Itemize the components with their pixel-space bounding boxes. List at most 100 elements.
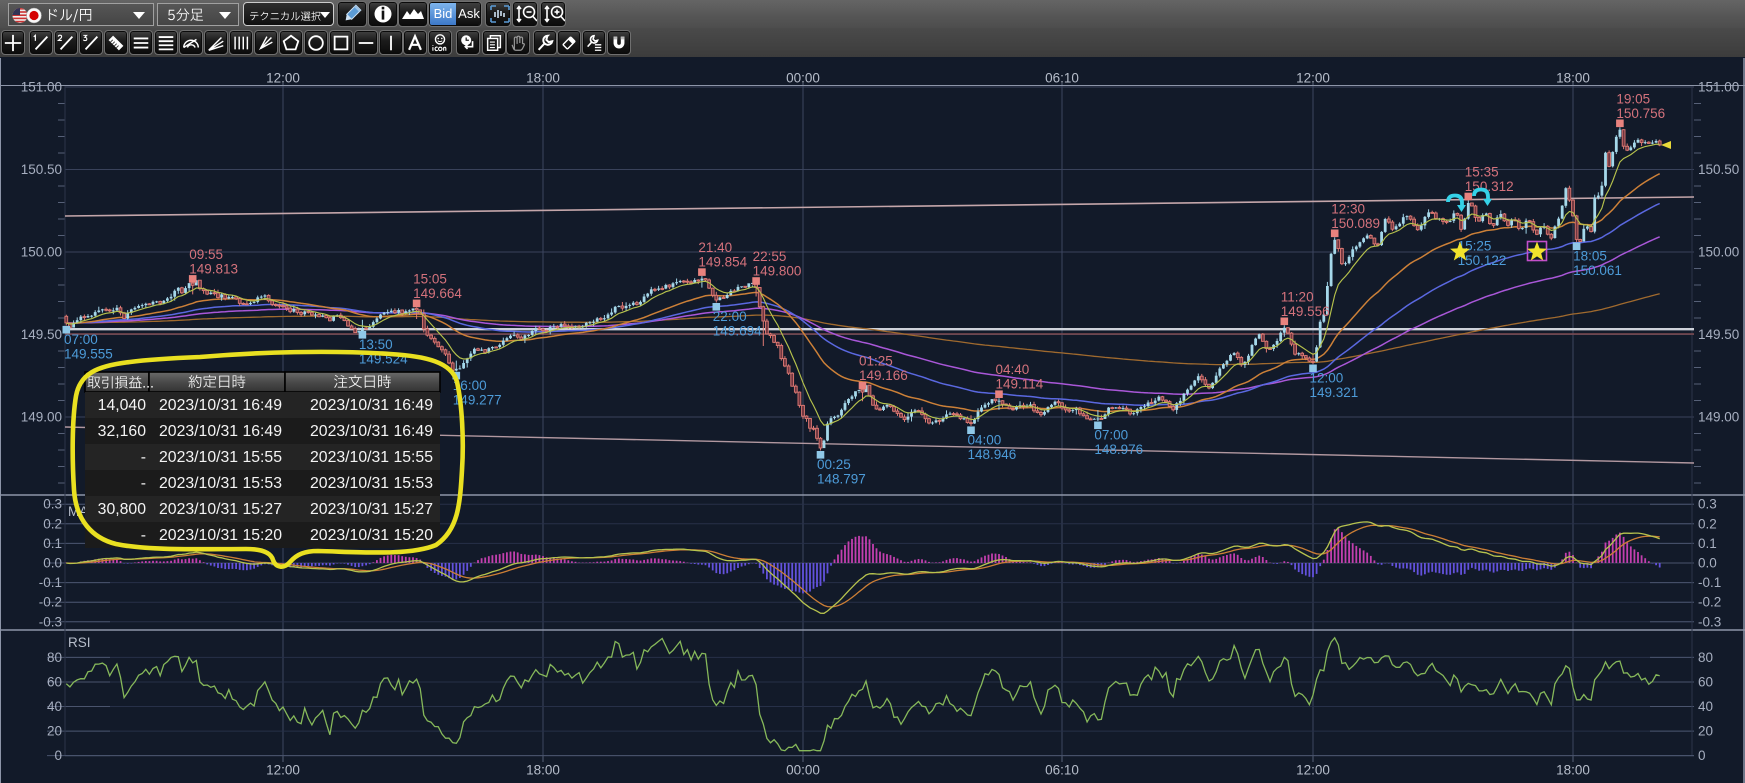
svg-text:2023/10/31 15:55: 2023/10/31 15:55 — [310, 449, 433, 466]
svg-text:149.555: 149.555 — [64, 346, 113, 361]
svg-text:149.556: 149.556 — [1281, 304, 1330, 319]
svg-text:149.50: 149.50 — [21, 327, 62, 342]
svg-text:2023/10/31 15:27: 2023/10/31 15:27 — [310, 501, 433, 518]
svg-text:150.312: 150.312 — [1465, 179, 1514, 194]
svg-text:2023/10/31 15:20: 2023/10/31 15:20 — [310, 527, 433, 544]
svg-text:0.2: 0.2 — [1698, 516, 1717, 531]
svg-text:RSI: RSI — [68, 635, 91, 650]
svg-text:149.00: 149.00 — [21, 410, 62, 425]
svg-text:0.2: 0.2 — [43, 516, 62, 531]
svg-text:0.1: 0.1 — [43, 536, 62, 551]
svg-text:0.0: 0.0 — [1698, 556, 1717, 571]
svg-text:12:00: 12:00 — [266, 71, 300, 86]
svg-text:14,040: 14,040 — [98, 397, 147, 414]
svg-text:12:00: 12:00 — [1310, 371, 1344, 386]
svg-text:20: 20 — [47, 724, 62, 739]
svg-text:149.854: 149.854 — [698, 255, 747, 270]
svg-text:0: 0 — [1698, 748, 1706, 763]
svg-text:148.797: 148.797 — [817, 472, 866, 487]
svg-text:60: 60 — [1698, 675, 1713, 690]
svg-text:15:05: 15:05 — [413, 271, 447, 286]
svg-text:2023/10/31 15:20: 2023/10/31 15:20 — [159, 527, 282, 544]
svg-text:12:00: 12:00 — [1296, 71, 1330, 86]
svg-text:32,160: 32,160 — [98, 423, 147, 440]
svg-text:-0.3: -0.3 — [39, 614, 62, 629]
svg-text:150.122: 150.122 — [1458, 253, 1507, 268]
svg-text:149.50: 149.50 — [1698, 327, 1739, 342]
svg-text:150.00: 150.00 — [1698, 245, 1739, 260]
svg-text:13:50: 13:50 — [359, 337, 393, 352]
svg-text:150.756: 150.756 — [1616, 106, 1665, 121]
svg-text:150.50: 150.50 — [21, 162, 62, 177]
svg-text:150.50: 150.50 — [1698, 162, 1739, 177]
svg-text:12:30: 12:30 — [1331, 201, 1365, 216]
svg-text:0.0: 0.0 — [43, 556, 62, 571]
svg-text:148.976: 148.976 — [1094, 442, 1143, 457]
svg-text:149.166: 149.166 — [859, 368, 908, 383]
svg-text:18:05: 18:05 — [1573, 248, 1607, 263]
svg-text:-: - — [141, 527, 146, 544]
svg-text:19:05: 19:05 — [1616, 91, 1650, 106]
svg-text:20: 20 — [1698, 724, 1713, 739]
svg-text:149.321: 149.321 — [1310, 385, 1359, 400]
svg-text:0.3: 0.3 — [43, 497, 62, 512]
svg-text:-0.1: -0.1 — [39, 575, 62, 590]
svg-text:06:10: 06:10 — [1045, 763, 1079, 778]
svg-text:149.694: 149.694 — [713, 324, 762, 339]
svg-text:11:20: 11:20 — [1281, 289, 1314, 304]
svg-text:-0.1: -0.1 — [1698, 575, 1721, 590]
svg-text:18:00: 18:00 — [1556, 763, 1590, 778]
svg-text:2023/10/31 15:53: 2023/10/31 15:53 — [310, 475, 433, 492]
svg-text:18:00: 18:00 — [526, 71, 560, 86]
svg-text:80: 80 — [47, 650, 62, 665]
svg-text:21:40: 21:40 — [698, 240, 732, 255]
svg-text:149.800: 149.800 — [753, 264, 802, 279]
svg-text:-0.2: -0.2 — [1698, 595, 1721, 610]
svg-text:15:35: 15:35 — [1465, 165, 1499, 180]
svg-text:150.00: 150.00 — [21, 245, 62, 260]
svg-text:01:25: 01:25 — [859, 354, 893, 369]
svg-text:60: 60 — [47, 675, 62, 690]
svg-text:30,800: 30,800 — [98, 501, 147, 518]
svg-text:00:25: 00:25 — [817, 457, 851, 472]
svg-text:04:00: 04:00 — [968, 432, 1002, 447]
svg-text:2023/10/31 16:49: 2023/10/31 16:49 — [310, 397, 433, 414]
svg-text:-: - — [141, 475, 146, 492]
svg-text:149.813: 149.813 — [189, 261, 238, 276]
svg-text:12:00: 12:00 — [266, 763, 300, 778]
svg-text:18:00: 18:00 — [1556, 71, 1590, 86]
svg-text:07:00: 07:00 — [1094, 428, 1128, 443]
svg-text:22:55: 22:55 — [753, 249, 787, 264]
svg-text:0.3: 0.3 — [1698, 497, 1717, 512]
svg-text:2023/10/31 15:55: 2023/10/31 15:55 — [159, 449, 282, 466]
svg-text:-: - — [141, 449, 146, 466]
svg-text:-0.2: -0.2 — [39, 595, 62, 610]
svg-text:2023/10/31 15:27: 2023/10/31 15:27 — [159, 501, 282, 518]
svg-text:2023/10/31 16:49: 2023/10/31 16:49 — [159, 423, 282, 440]
svg-text:0: 0 — [54, 748, 62, 763]
svg-text:09:55: 09:55 — [189, 247, 223, 262]
svg-text:2023/10/31 16:49: 2023/10/31 16:49 — [310, 423, 433, 440]
svg-text:04:40: 04:40 — [996, 362, 1030, 377]
svg-text:80: 80 — [1698, 650, 1713, 665]
svg-text:18:00: 18:00 — [526, 763, 560, 778]
svg-text:00:00: 00:00 — [786, 763, 820, 778]
svg-text:149.00: 149.00 — [1698, 410, 1739, 425]
svg-text:22:00: 22:00 — [713, 309, 747, 324]
svg-text:06:10: 06:10 — [1045, 71, 1079, 86]
svg-text:150.089: 150.089 — [1331, 216, 1380, 231]
svg-text:150.061: 150.061 — [1573, 263, 1622, 278]
svg-text:07:00: 07:00 — [64, 332, 98, 347]
svg-text:-0.3: -0.3 — [1698, 614, 1721, 629]
svg-text:40: 40 — [1698, 699, 1713, 714]
svg-text:2023/10/31 16:49: 2023/10/31 16:49 — [159, 397, 282, 414]
svg-text:151.00: 151.00 — [21, 80, 62, 95]
svg-text:151.00: 151.00 — [1698, 80, 1739, 95]
svg-text:00:00: 00:00 — [786, 71, 820, 86]
svg-text:40: 40 — [47, 699, 62, 714]
svg-text:148.946: 148.946 — [968, 447, 1017, 462]
svg-text:149.664: 149.664 — [413, 286, 462, 301]
svg-text:0.1: 0.1 — [1698, 536, 1717, 551]
svg-text:12:00: 12:00 — [1296, 763, 1330, 778]
svg-text:2023/10/31 15:53: 2023/10/31 15:53 — [159, 475, 282, 492]
